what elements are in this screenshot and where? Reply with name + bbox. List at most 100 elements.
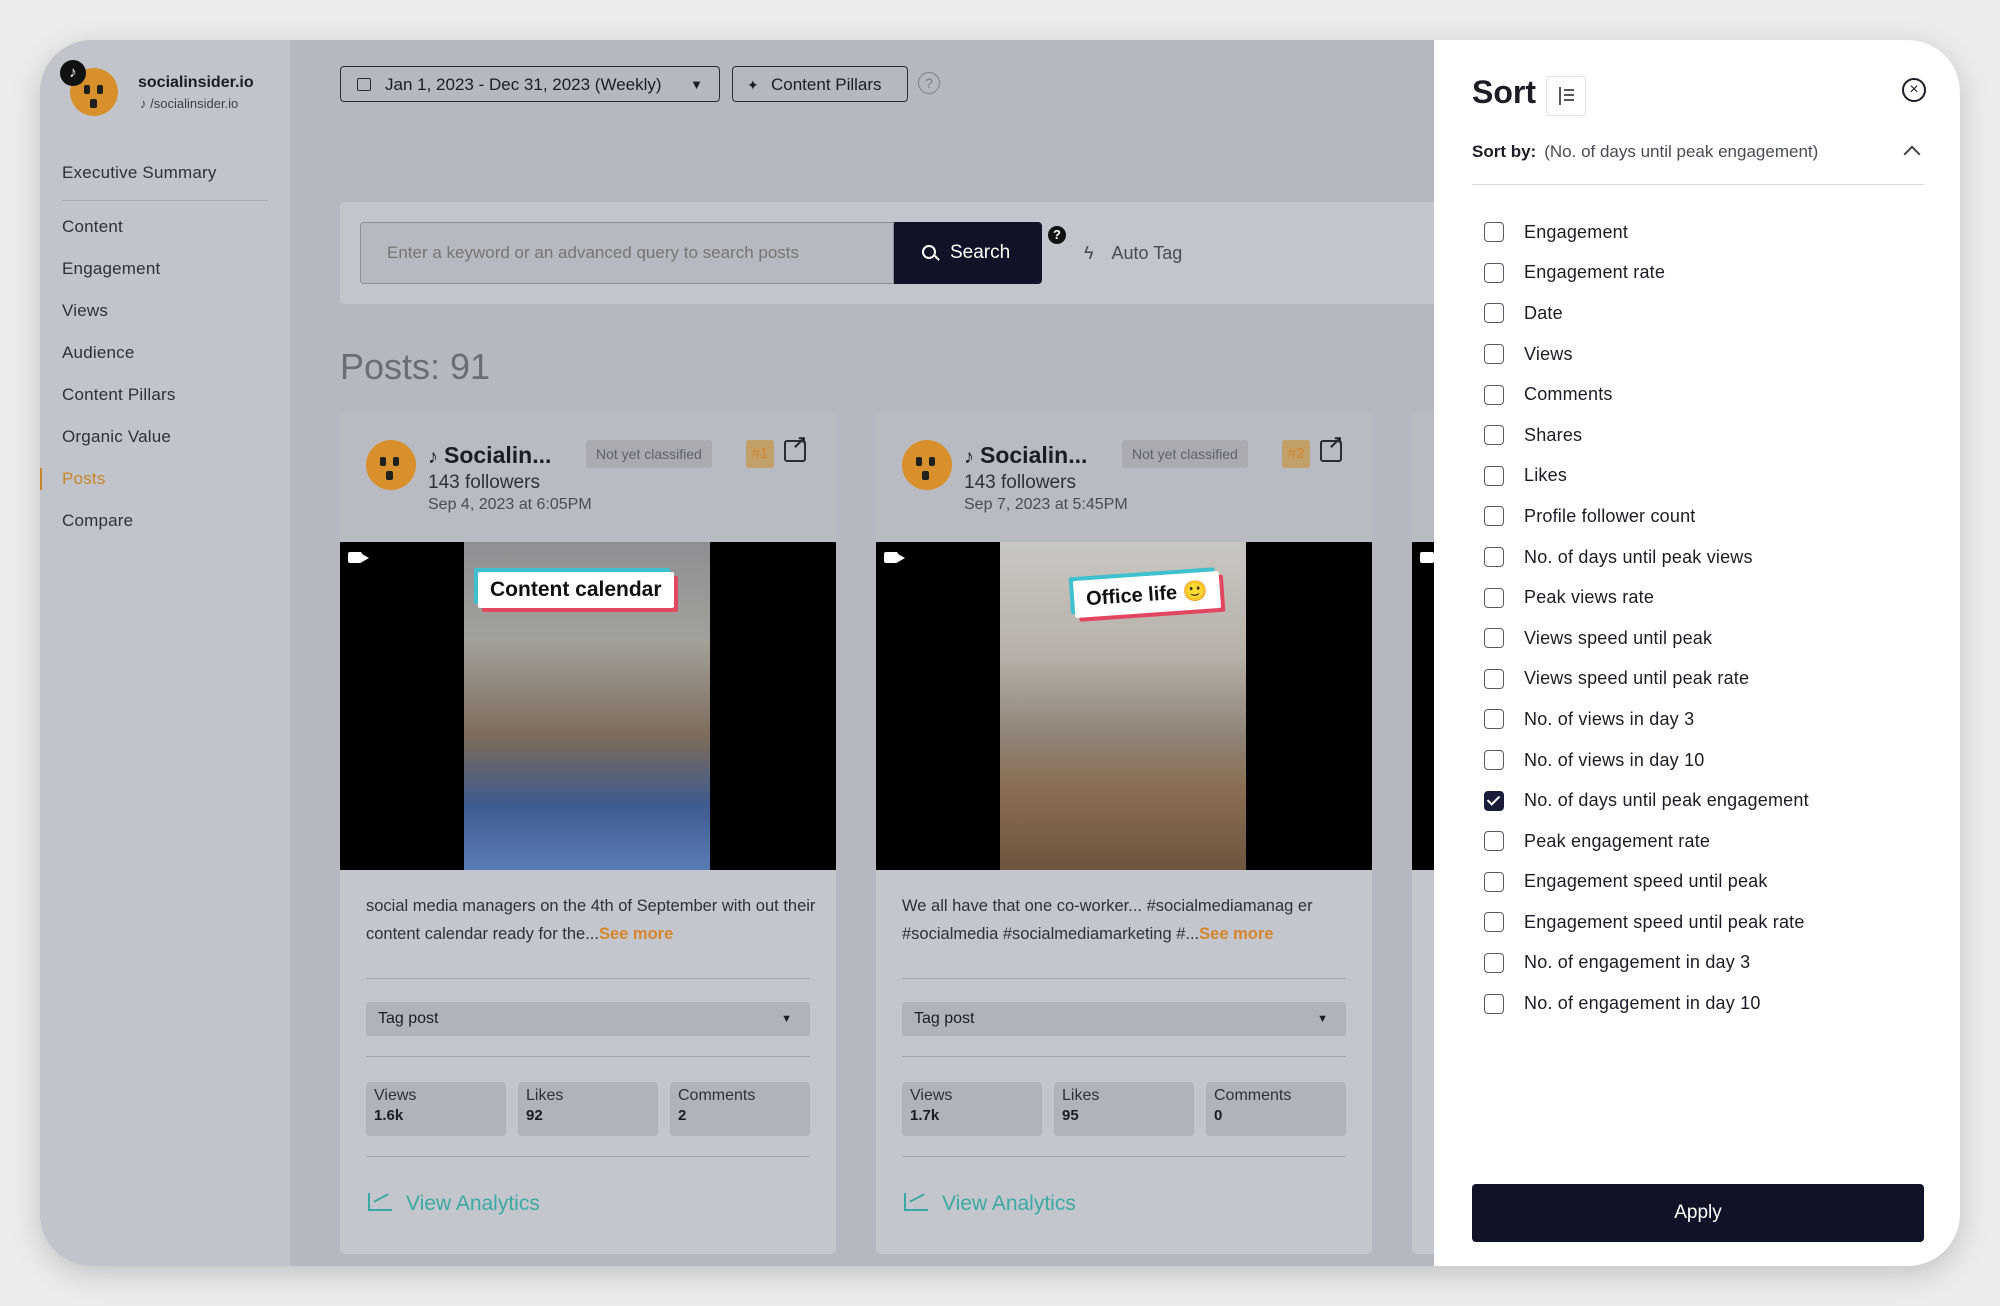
sort-panel: Sort × Sort by: (No. of days until peak e… <box>1434 40 1960 1266</box>
sort-option-label: No. of days until peak views <box>1524 546 1753 567</box>
see-more-link[interactable]: See more <box>599 925 673 943</box>
sort-option[interactable]: Views speed until peak rate <box>1484 659 1809 700</box>
tiktok-small-icon: ♪ <box>140 96 151 111</box>
sort-option[interactable]: Likes <box>1484 456 1809 497</box>
auto-tag-label: Auto Tag <box>1111 243 1183 263</box>
post-media[interactable]: Office life 🙂 <box>876 542 1372 870</box>
apply-button[interactable]: Apply <box>1472 1184 1924 1242</box>
post-date: Sep 7, 2023 at 5:45PM <box>964 496 1128 513</box>
close-icon[interactable]: × <box>1902 78 1926 102</box>
sparkle-icon: ✦ <box>747 77 759 93</box>
sort-option[interactable]: Comments <box>1484 374 1809 415</box>
sidebar-item-content[interactable]: Content <box>62 206 268 248</box>
sort-option-checkbox[interactable] <box>1484 465 1504 486</box>
tag-post-select[interactable]: Tag post ▼ <box>366 1002 810 1036</box>
sort-by-value: (No. of days until peak engagement) <box>1544 142 1819 161</box>
date-range-picker[interactable]: Jan 1, 2023 - Dec 31, 2023 (Weekly) ▼ <box>340 66 720 102</box>
external-link-icon[interactable] <box>1320 432 1343 462</box>
sort-option-label: Engagement speed until peak <box>1524 871 1768 892</box>
sidebar-item-organic-value[interactable]: Organic Value <box>62 416 268 458</box>
search-button-label: Search <box>950 242 1011 263</box>
stat-comments: Comments 0 <box>1206 1082 1346 1136</box>
external-link-icon[interactable] <box>784 432 807 462</box>
account-name[interactable]: ♪ Socialin... <box>428 442 551 469</box>
search-help-icon[interactable]: ? <box>1048 226 1066 244</box>
sort-option[interactable]: No. of engagement in day 10 <box>1484 983 1809 1024</box>
search-input[interactable] <box>360 222 894 284</box>
sidebar-item-compare[interactable]: Compare <box>62 500 268 542</box>
caret-down-icon: ▼ <box>781 1013 792 1025</box>
sort-option-checkbox[interactable] <box>1484 831 1504 852</box>
sort-option-checkbox[interactable] <box>1484 425 1504 446</box>
content-pillars-button[interactable]: ✦ Content Pillars <box>732 66 908 102</box>
sort-option[interactable]: No. of views in day 10 <box>1484 740 1809 781</box>
auto-tag-button[interactable]: ϟ Auto Tag <box>1084 222 1182 284</box>
sort-option[interactable]: Peak views rate <box>1484 577 1809 618</box>
sort-option-checkbox[interactable] <box>1484 547 1504 568</box>
post-media[interactable]: Content calendar <box>340 542 836 870</box>
sort-option-checkbox[interactable] <box>1484 587 1504 608</box>
sort-by-label: Sort by: <box>1472 142 1537 161</box>
post-thumbnail: Office life 🙂 <box>1000 542 1246 870</box>
tag-post-select[interactable]: Tag post ▼ <box>902 1002 1346 1036</box>
view-analytics-link[interactable]: View Analytics <box>368 1192 540 1216</box>
help-icon[interactable]: ? <box>918 72 940 94</box>
sort-by-dropdown[interactable]: Sort by: (No. of days until peak engageme… <box>1472 142 1924 185</box>
sort-order-icon[interactable] <box>1546 76 1586 116</box>
sort-option[interactable]: No. of engagement in day 3 <box>1484 943 1809 984</box>
search-button[interactable]: Search <box>894 222 1042 284</box>
sort-option-checkbox[interactable] <box>1484 912 1504 933</box>
content-pillars-label: Content Pillars <box>771 75 882 94</box>
sort-option-checkbox[interactable] <box>1484 344 1504 365</box>
video-camera-icon <box>348 552 369 563</box>
sort-option-checkbox[interactable] <box>1484 952 1504 973</box>
sidebar-item-posts[interactable]: Posts <box>40 458 268 500</box>
see-more-link[interactable]: See more <box>1199 925 1273 943</box>
sidebar-item-views[interactable]: Views <box>62 290 268 332</box>
sort-option-checkbox[interactable] <box>1484 668 1504 689</box>
sort-option-checkbox[interactable] <box>1484 871 1504 892</box>
sort-option-label: No. of days until peak engagement <box>1524 790 1809 811</box>
sort-option-checkbox[interactable] <box>1484 222 1504 243</box>
sidebar-item-engagement[interactable]: Engagement <box>62 248 268 290</box>
sort-option[interactable]: Peak engagement rate <box>1484 821 1809 862</box>
sort-option[interactable]: Views <box>1484 334 1809 375</box>
account-name[interactable]: ♪ Socialin... <box>964 442 1087 469</box>
sort-option-checkbox[interactable] <box>1484 303 1504 324</box>
sort-option-checkbox[interactable] <box>1484 628 1504 649</box>
sort-option-checkbox[interactable] <box>1484 384 1504 405</box>
search-icon <box>922 245 936 259</box>
sidebar-item-audience[interactable]: Audience <box>62 332 268 374</box>
search-panel: Search ? ϟ Auto Tag <box>340 202 1480 304</box>
sort-option[interactable]: Date <box>1484 293 1809 334</box>
sort-option[interactable]: Engagement speed until peak <box>1484 862 1809 903</box>
stat-comments: Comments 2 <box>670 1082 810 1136</box>
view-analytics-link[interactable]: View Analytics <box>904 1192 1076 1216</box>
sort-option[interactable]: Views speed until peak <box>1484 618 1809 659</box>
sort-option[interactable]: No. of days until peak views <box>1484 537 1809 578</box>
sort-option[interactable]: Engagement speed until peak rate <box>1484 902 1809 943</box>
sidebar-item-executive-summary[interactable]: Executive Summary <box>62 152 268 201</box>
sort-option-checkbox[interactable] <box>1484 750 1504 771</box>
brand-handle-text: /socialinsider.io <box>150 96 239 111</box>
post-card: ♪Socialin... Not yet classified #2 143 f… <box>876 414 1372 1254</box>
divider <box>366 1056 810 1057</box>
sidebar-item-content-pillars[interactable]: Content Pillars <box>62 374 268 416</box>
sort-option[interactable]: Engagement <box>1484 212 1809 253</box>
sort-option-checkbox[interactable] <box>1484 790 1504 811</box>
brand-header[interactable]: ♪ socialinsider.io ♪ /socialinsider.io <box>60 52 300 132</box>
stat-views: Views 1.6k <box>366 1082 506 1136</box>
sort-option-label: Date <box>1524 302 1563 323</box>
sort-option-checkbox[interactable] <box>1484 506 1504 527</box>
sort-option-checkbox[interactable] <box>1484 993 1504 1014</box>
sort-option-label: Views <box>1524 343 1573 364</box>
sort-option[interactable]: Profile follower count <box>1484 496 1809 537</box>
sort-option[interactable]: Engagement rate <box>1484 253 1809 294</box>
sort-option[interactable]: Shares <box>1484 415 1809 456</box>
stat-likes: Likes 92 <box>518 1082 658 1136</box>
sort-option-checkbox[interactable] <box>1484 262 1504 283</box>
sort-option-checkbox[interactable] <box>1484 709 1504 730</box>
sort-option-label: No. of views in day 3 <box>1524 708 1695 729</box>
sort-option[interactable]: No. of views in day 3 <box>1484 699 1809 740</box>
sort-option[interactable]: No. of days until peak engagement <box>1484 780 1809 821</box>
